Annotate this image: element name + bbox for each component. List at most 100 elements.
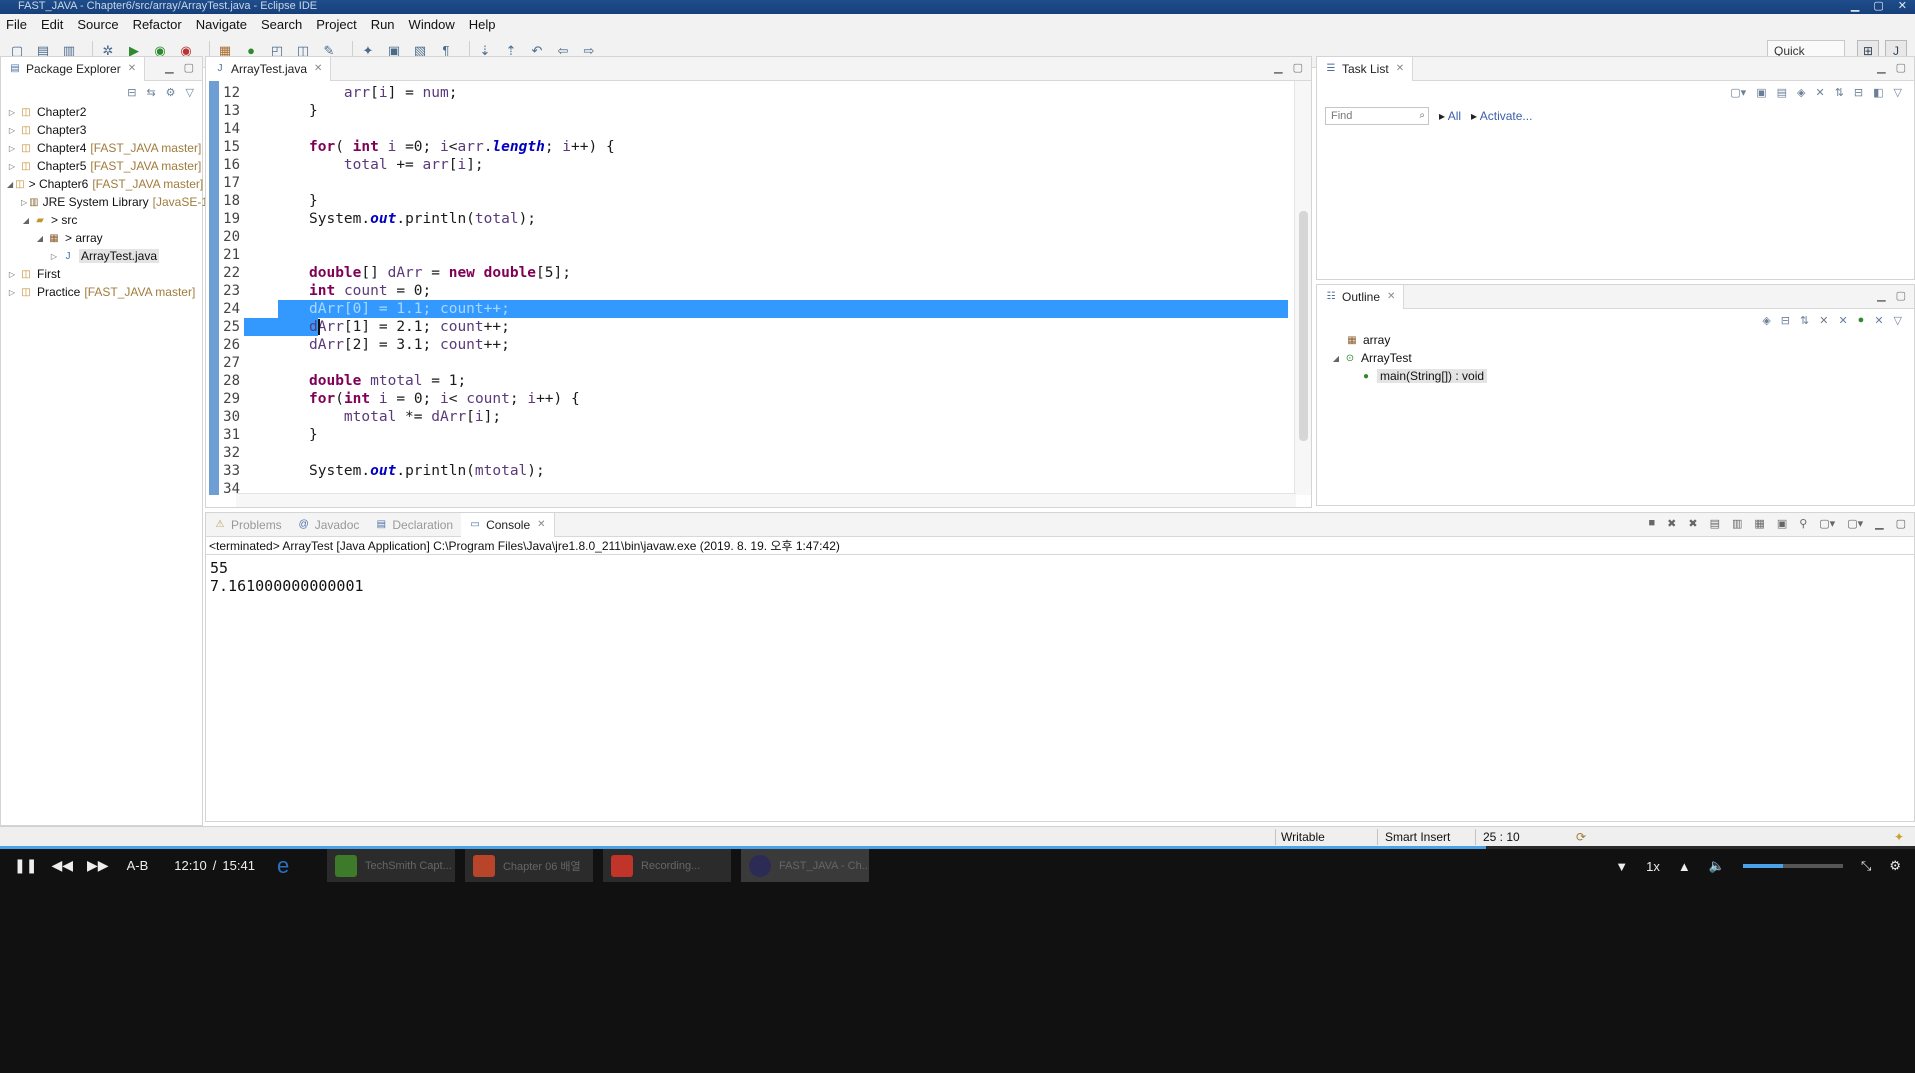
hide-fields-icon[interactable]: ✕: [1819, 314, 1828, 327]
sync-icon[interactable]: ⟳: [1576, 830, 1586, 844]
terminate-icon[interactable]: ■: [1649, 517, 1656, 530]
hide-local-types-icon[interactable]: ✕: [1874, 314, 1883, 327]
sync-icon[interactable]: ⇅: [1835, 86, 1844, 99]
remove-launch-icon[interactable]: ✖: [1667, 517, 1676, 530]
editor-vertical-scrollbar[interactable]: [1294, 81, 1311, 495]
code-text-area[interactable]: 12 arr[i] = num; 13} 14 15 for( int i =0; i<…: [206, 81, 1296, 495]
tree-item-practice[interactable]: ▷ ◫ Practice [FAST_JAVA master]: [7, 283, 202, 301]
close-icon[interactable]: ✕: [1898, 0, 1907, 12]
tab-task-list[interactable]: ☰ Task List ✕: [1317, 56, 1414, 81]
tree-item-array-package[interactable]: ◢ ▦ > array: [7, 229, 202, 247]
sort-icon[interactable]: ⇅: [1800, 314, 1809, 327]
collapse-all-icon[interactable]: ⊟: [1854, 86, 1863, 99]
code-line[interactable]: 20: [206, 228, 1296, 246]
code-line[interactable]: 25 dArr[1] = 2.1; count++;: [206, 318, 1296, 336]
collapse-all-icon[interactable]: ⊟: [127, 86, 136, 99]
tree-item-jre-library[interactable]: ▷ ▥ JRE System Library [JavaSE-1.8]: [7, 193, 221, 211]
volume-slider[interactable]: [1742, 864, 1843, 868]
console-output[interactable]: 55 7.161000000000001: [206, 555, 1914, 595]
activate-link[interactable]: ▸ Activate...: [1471, 109, 1532, 123]
collapse-icon[interactable]: ◢: [21, 216, 31, 225]
tree-item-chapter5[interactable]: ▷ ◫ Chapter5 [FAST_JAVA master]: [7, 157, 202, 175]
ab-repeat-button[interactable]: A-B: [127, 858, 149, 873]
minimize-icon[interactable]: ▁: [1877, 61, 1885, 74]
minimize-icon[interactable]: ▁: [1875, 517, 1883, 530]
word-wrap-icon[interactable]: ▦: [1754, 517, 1764, 530]
taskbar-app-recording[interactable]: Recording...: [602, 849, 731, 882]
collapse-icon[interactable]: ◢: [35, 234, 45, 243]
task-find-input[interactable]: Find ⌕: [1325, 107, 1429, 125]
close-icon[interactable]: ✕: [537, 519, 545, 530]
menu-search[interactable]: Search: [261, 17, 302, 32]
expand-icon[interactable]: ▷: [21, 198, 27, 207]
taskbar-app-powerpoint[interactable]: Chapter 06 배열: [464, 849, 593, 882]
expand-icon[interactable]: ▷: [7, 108, 17, 117]
pin-console-icon[interactable]: ⚲: [1799, 517, 1807, 530]
collapse-icon[interactable]: ◢: [1331, 354, 1341, 363]
menu-help[interactable]: Help: [469, 17, 496, 32]
view-menu-icon[interactable]: ▽: [1894, 314, 1902, 327]
scroll-lock-icon[interactable]: ▥: [1732, 517, 1742, 530]
hide-static-icon[interactable]: ✕: [1838, 314, 1847, 327]
categorized-icon[interactable]: ▣: [1756, 86, 1766, 99]
playlist-dropdown-icon[interactable]: ▼: [1615, 859, 1628, 874]
view-menu-icon[interactable]: ▽: [186, 86, 194, 99]
code-line[interactable]: 28 double mtotal = 1;: [206, 372, 1296, 390]
menu-run[interactable]: Run: [371, 17, 395, 32]
expand-icon[interactable]: ▷: [7, 162, 17, 171]
maximize-icon[interactable]: ▢: [1873, 0, 1883, 12]
code-line[interactable]: 24 dArr[0] = 1.1; count++;: [206, 300, 1296, 318]
clear-console-icon[interactable]: ▤: [1710, 517, 1720, 530]
tab-console[interactable]: ▭ Console ✕: [461, 512, 555, 537]
taskbar-app-eclipse[interactable]: FAST_JAVA - Ch...: [740, 849, 869, 882]
code-line[interactable]: 14: [206, 120, 1296, 138]
code-line[interactable]: 19 System.out.println(total);: [206, 210, 1296, 228]
internet-explorer-icon[interactable]: e: [277, 853, 317, 879]
code-line[interactable]: 15 for( int i =0; i<arr.length; i++) {: [206, 138, 1296, 156]
code-line[interactable]: 13}: [206, 102, 1296, 120]
link-editor-icon[interactable]: ⇆: [146, 86, 155, 99]
tab-package-explorer[interactable]: ▤ Package Explorer ✕: [1, 56, 146, 81]
expand-icon[interactable]: ▷: [7, 288, 17, 297]
code-line[interactable]: 30 mtotal *= dArr[i];: [206, 408, 1296, 426]
code-line[interactable]: 17: [206, 174, 1296, 192]
new-task-icon[interactable]: ▢▾: [1730, 86, 1746, 99]
close-icon[interactable]: ✕: [128, 63, 136, 74]
hide-completed-icon[interactable]: ✕: [1815, 86, 1824, 99]
volume-icon[interactable]: 🔈: [1709, 858, 1725, 874]
menu-project[interactable]: Project: [316, 17, 356, 32]
settings-icon[interactable]: ⚙: [1889, 858, 1901, 874]
menu-file[interactable]: File: [6, 17, 27, 32]
code-line[interactable]: 16 total += arr[i];: [206, 156, 1296, 174]
code-line[interactable]: 21: [206, 246, 1296, 264]
repositories-icon[interactable]: ◧: [1873, 86, 1883, 99]
tip-icon[interactable]: ✦: [1894, 830, 1904, 844]
code-line[interactable]: 26 dArr[2] = 3.1; count++;: [206, 336, 1296, 354]
expand-icon[interactable]: ▷: [7, 270, 17, 279]
scheduled-icon[interactable]: ▤: [1777, 86, 1787, 99]
minimize-icon[interactable]: ▁: [165, 61, 173, 74]
close-icon[interactable]: ✕: [1387, 291, 1395, 302]
collapse-all-icon[interactable]: ⊟: [1781, 314, 1790, 327]
menu-refactor[interactable]: Refactor: [133, 17, 182, 32]
minimize-icon[interactable]: ▁: [1877, 289, 1885, 302]
editor-horizontal-scrollbar[interactable]: [236, 493, 1296, 507]
collapse-icon[interactable]: ◢: [7, 180, 13, 189]
maximize-icon[interactable]: ▢: [1896, 517, 1906, 530]
tree-item-chapter2[interactable]: ▷ ◫ Chapter2: [7, 103, 202, 121]
tree-item-chapter4[interactable]: ▷ ◫ Chapter4 [FAST_JAVA master]: [7, 139, 202, 157]
all-link[interactable]: ▸ All: [1439, 109, 1461, 123]
outline-item-package[interactable]: ▦ array: [1331, 331, 1914, 349]
fast-forward-icon[interactable]: ▶▶: [87, 857, 109, 874]
filter-icon[interactable]: ⚙: [166, 86, 176, 99]
tab-problems[interactable]: ⚠ Problems: [206, 513, 290, 537]
focus-icon[interactable]: ◈: [1762, 314, 1770, 327]
menu-source[interactable]: Source: [77, 17, 118, 32]
code-line[interactable]: 32: [206, 444, 1296, 462]
menu-navigate[interactable]: Navigate: [196, 17, 247, 32]
minimize-icon[interactable]: ▁: [1274, 61, 1282, 74]
minimize-icon[interactable]: ▁: [1851, 0, 1859, 12]
code-line[interactable]: 22 double[] dArr = new double[5];: [206, 264, 1296, 282]
view-menu-icon[interactable]: ▽: [1894, 86, 1902, 99]
outline-item-class[interactable]: ◢ ⊙ ArrayTest: [1331, 349, 1914, 367]
